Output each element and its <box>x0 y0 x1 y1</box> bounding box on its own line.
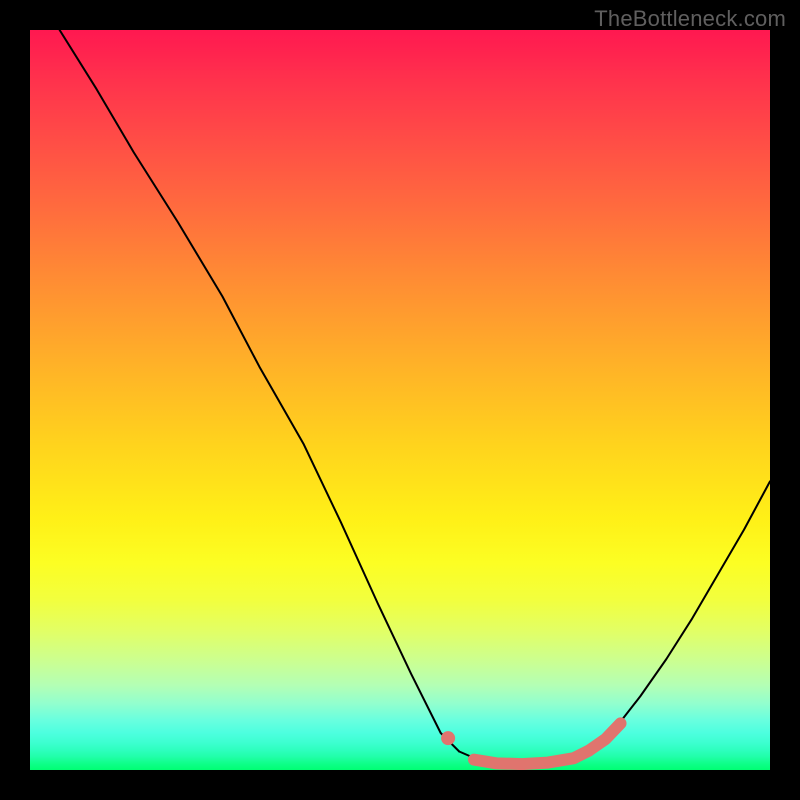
curve-right-branch <box>589 481 770 751</box>
curve-overlay <box>30 30 770 770</box>
highlight-flat <box>474 751 589 764</box>
plot-area <box>30 30 770 770</box>
highlight-dot <box>441 731 455 745</box>
highlight-rise <box>589 723 621 750</box>
watermark-text: TheBottleneck.com <box>594 6 786 32</box>
curve-left-branch <box>60 30 460 752</box>
chart-container: TheBottleneck.com <box>0 0 800 800</box>
